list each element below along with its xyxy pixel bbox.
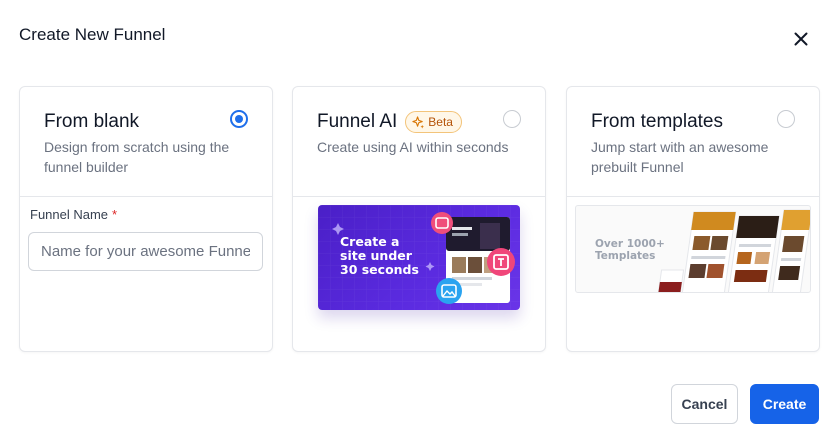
option-card-header: Funnel AI Beta Create using AI within se… [293, 87, 545, 197]
beta-badge: Beta [405, 111, 462, 133]
option-description: Jump start with an awesome prebuilt Funn… [591, 139, 769, 175]
option-title-row: Funnel AI Beta [317, 111, 462, 133]
funnel-name-label-text: Funnel Name [30, 207, 109, 222]
beta-badge-label: Beta [428, 115, 453, 129]
templates-preview-image: Over 1000+ Templates [575, 205, 811, 293]
option-title: From templates [591, 111, 723, 132]
funnel-name-label: Funnel Name * [30, 207, 117, 222]
option-card-templates[interactable]: From templates Jump start with an awesom… [566, 86, 820, 352]
ai-preview-image: Create a site under 30 seconds [318, 205, 520, 310]
modal-title: Create New Funnel [19, 25, 166, 44]
templates-preview-text: Over 1000+ Templates [595, 238, 665, 262]
cancel-button[interactable]: Cancel [671, 384, 738, 424]
option-description: Create using AI within seconds [317, 139, 509, 155]
option-description: Design from scratch using the funnel bui… [44, 139, 230, 175]
option-title: From blank [44, 111, 140, 132]
close-icon [794, 32, 808, 46]
required-marker: * [112, 207, 118, 222]
create-button[interactable]: Create [750, 384, 819, 424]
option-radio-blank[interactable] [230, 110, 248, 128]
option-card-header: From blank Design from scratch using the… [20, 87, 272, 197]
option-radio-ai[interactable] [503, 110, 521, 128]
option-card-blank[interactable]: From blank Design from scratch using the… [19, 86, 273, 352]
option-card-header: From templates Jump start with an awesom… [567, 87, 819, 197]
close-button[interactable] [790, 28, 812, 50]
ai-preview-text: Create a site under 30 seconds [340, 234, 419, 277]
option-card-ai[interactable]: Funnel AI Beta Create using AI within se… [292, 86, 546, 352]
option-title: Funnel AI [317, 111, 398, 132]
option-radio-templates[interactable] [777, 110, 795, 128]
funnel-name-input[interactable] [28, 232, 263, 271]
sparkle-icon [412, 115, 425, 129]
